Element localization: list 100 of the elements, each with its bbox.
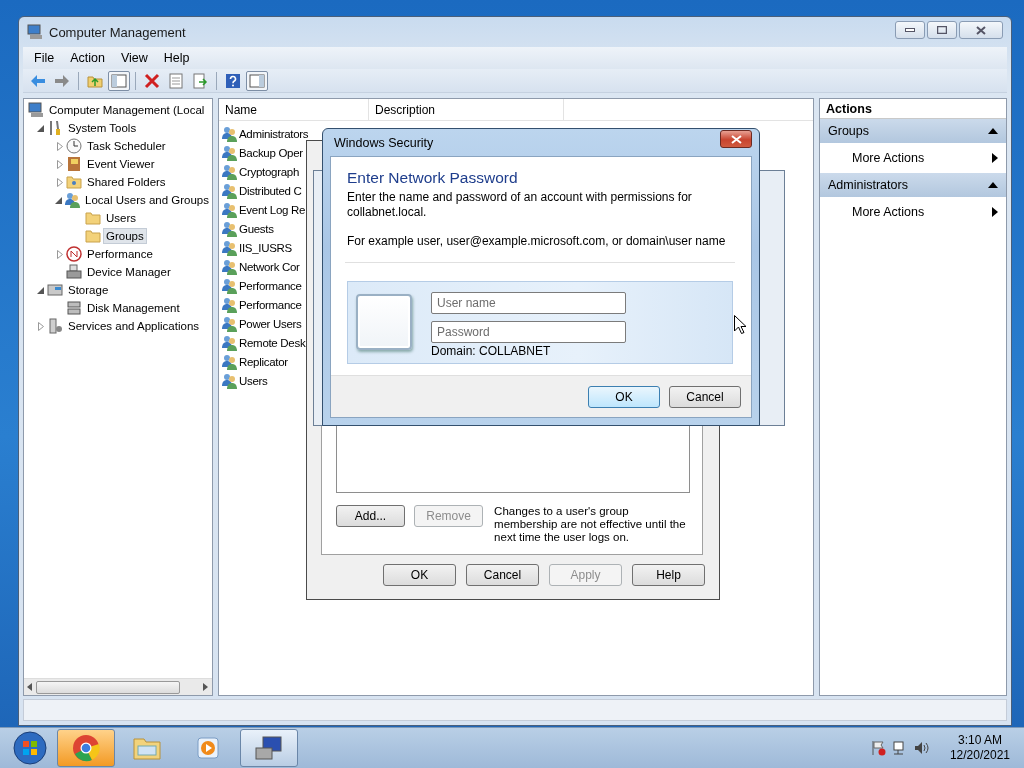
tree-item[interactable]: Shared Folders	[84, 174, 169, 190]
menu-item[interactable]: File	[27, 49, 62, 67]
users-icon	[221, 239, 237, 256]
tree-item[interactable]: Device Manager	[84, 264, 174, 280]
folder-icon	[85, 228, 101, 244]
group-name[interactable]: Users	[239, 374, 268, 387]
collapse-arrow-icon[interactable]	[55, 196, 62, 204]
device-icon	[66, 264, 82, 280]
minimize-icon	[905, 28, 915, 32]
tree-item[interactable]: Services and Applications	[65, 318, 203, 334]
disk-icon	[66, 300, 82, 316]
section-header[interactable]: Groups	[820, 119, 1006, 143]
group-name[interactable]: Guests	[239, 222, 274, 235]
submenu-arrow-icon	[992, 207, 998, 217]
minimize-button[interactable]	[895, 21, 925, 39]
collapse-arrow-icon[interactable]	[37, 124, 44, 132]
menu-item[interactable]: Help	[156, 49, 197, 67]
computer-icon	[254, 734, 284, 762]
scroll-left-icon[interactable]	[27, 683, 33, 691]
action-link[interactable]: More Actions	[852, 205, 925, 219]
tree-pane-icon	[111, 72, 127, 89]
users-icon	[221, 220, 237, 237]
delete-icon	[144, 72, 160, 89]
taskbar-button[interactable]	[240, 729, 298, 767]
close-icon	[730, 134, 742, 144]
action-link[interactable]: More Actions	[852, 151, 925, 165]
menu-item[interactable]: View	[113, 49, 155, 67]
flag-icon[interactable]	[869, 740, 886, 756]
users-icon	[64, 192, 80, 208]
section-header[interactable]: Administrators	[820, 173, 1006, 197]
dialog-button[interactable]: OK	[383, 564, 456, 586]
expand-arrow-icon[interactable]	[56, 249, 63, 259]
group-name[interactable]: IIS_IUSRS	[239, 241, 292, 254]
storage-icon	[47, 282, 63, 298]
tree-item[interactable]: Task Scheduler	[84, 138, 169, 154]
user-tile	[356, 294, 412, 350]
toolbar-button[interactable]	[108, 70, 130, 91]
users-icon	[221, 163, 237, 180]
expand-arrow-icon[interactable]	[37, 321, 44, 331]
expand-arrow-icon[interactable]	[56, 141, 63, 151]
clock-time[interactable]: 3:10 AM	[957, 733, 1002, 748]
tree-item[interactable]: Local Users and Groups	[82, 192, 212, 208]
tree-item[interactable]: Groups	[103, 228, 147, 244]
scrollbar[interactable]	[24, 678, 212, 695]
column-header[interactable]: Name	[219, 99, 369, 120]
taskbar-button[interactable]	[57, 729, 115, 767]
tree-item[interactable]: System Tools	[65, 120, 140, 136]
group-name[interactable]: Performance	[239, 298, 302, 311]
play-icon	[195, 735, 221, 761]
submenu-arrow-icon	[992, 153, 998, 163]
folder-icon	[85, 210, 101, 226]
column-header[interactable]: Description	[369, 99, 564, 120]
group-name[interactable]: Distributed C	[239, 184, 302, 197]
close-button[interactable]	[959, 21, 1003, 39]
example-text: For example user, user@example.microsoft.com, or domain\user name	[347, 234, 727, 248]
tree-item[interactable]: Disk Management	[84, 300, 183, 316]
tree-item[interactable]: Event Viewer	[84, 156, 158, 172]
users-icon	[221, 201, 237, 218]
group-name[interactable]: Backup Oper	[239, 146, 303, 159]
scroll-right-icon[interactable]	[203, 683, 209, 691]
tree-item[interactable]: Performance	[84, 246, 156, 262]
group-name[interactable]: Power Users	[239, 317, 302, 330]
tree-item[interactable]: Storage	[65, 282, 112, 298]
users-icon	[221, 258, 237, 275]
dialog-button[interactable]: Add...	[336, 505, 406, 527]
server-icon	[47, 318, 63, 334]
users-icon	[221, 334, 237, 351]
input-field[interactable]: User name	[431, 292, 626, 314]
dialog-button[interactable]: Help	[632, 564, 705, 586]
dialog-button[interactable]: Cancel	[669, 385, 741, 408]
group-name[interactable]: Replicator	[239, 355, 288, 368]
computer-icon	[27, 24, 43, 40]
collapse-icon[interactable]	[988, 182, 998, 188]
dialog-message: Enter the name and password of an account with permissions for collabnet.local.	[347, 190, 693, 220]
collapse-arrow-icon[interactable]	[37, 286, 44, 294]
group-name[interactable]: Remote Desk	[239, 336, 306, 349]
menu-item[interactable]: Action	[63, 49, 112, 67]
volume-icon[interactable]	[913, 740, 930, 756]
users-icon	[221, 144, 237, 161]
collapse-icon[interactable]	[988, 128, 998, 134]
input-field[interactable]: Password	[431, 321, 626, 343]
group-name[interactable]: Performance	[239, 279, 302, 292]
users-icon	[221, 296, 237, 313]
close-button[interactable]	[720, 130, 752, 148]
maximize-button[interactable]	[927, 21, 957, 39]
properties-icon	[168, 72, 184, 89]
tree-item[interactable]: Computer Management (Local	[46, 102, 208, 118]
dialog-button[interactable]: Cancel	[466, 564, 539, 586]
group-name[interactable]: Administrators	[239, 127, 309, 140]
tree-item[interactable]: Users	[103, 210, 140, 226]
clock-date[interactable]: 12/20/2021	[949, 748, 1010, 763]
users-icon	[221, 182, 237, 199]
expand-arrow-icon[interactable]	[56, 177, 63, 187]
windows-orb-icon	[13, 731, 47, 765]
toolbar-button[interactable]	[246, 70, 268, 91]
dialog-button[interactable]: OK	[588, 385, 660, 408]
group-name[interactable]: Event Log Re	[239, 203, 306, 216]
group-name[interactable]: Cryptograph	[239, 165, 299, 178]
group-name[interactable]: Network Cor	[239, 260, 300, 273]
expand-arrow-icon[interactable]	[56, 159, 63, 169]
